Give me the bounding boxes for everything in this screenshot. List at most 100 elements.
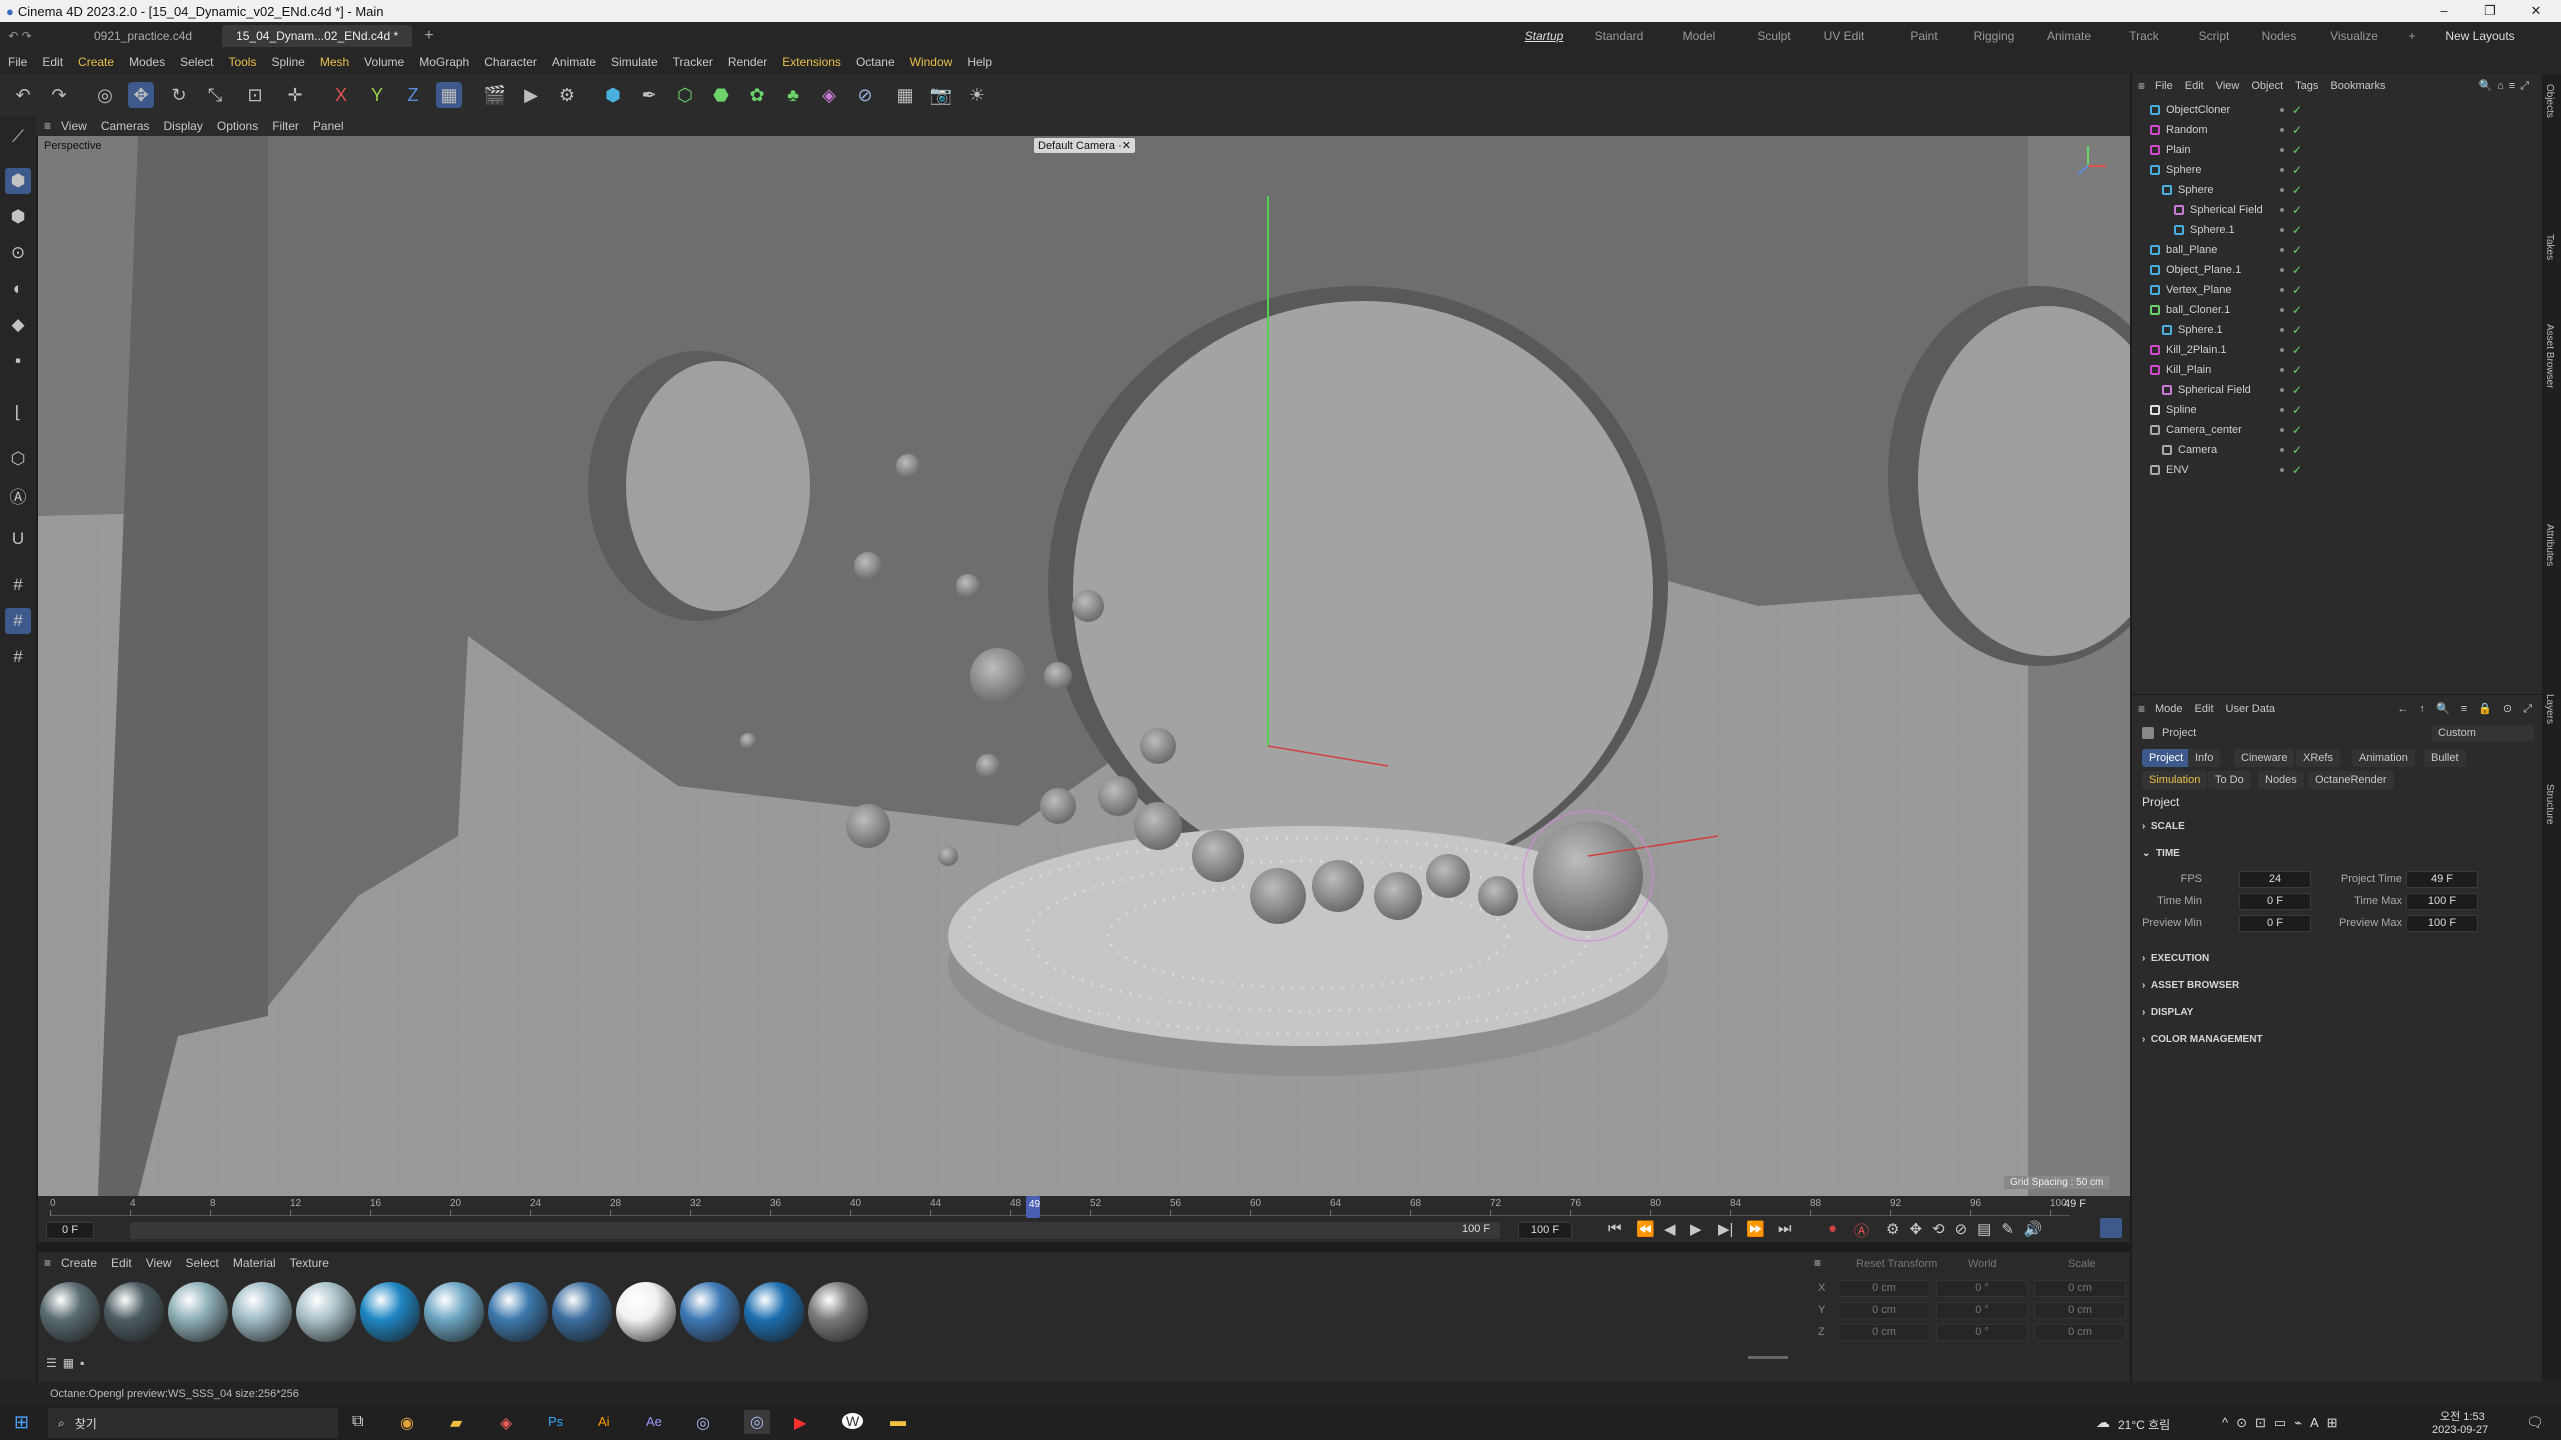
visibility-dots[interactable] bbox=[2280, 328, 2284, 332]
object-name[interactable]: ObjectCloner bbox=[2166, 100, 2230, 120]
guide-icon[interactable]: # bbox=[5, 644, 31, 670]
material-swatch[interactable] bbox=[360, 1282, 420, 1342]
snap-icon[interactable]: # bbox=[5, 572, 31, 598]
deformer-icon[interactable]: ◈ bbox=[816, 82, 842, 108]
app-icon-w[interactable]: W bbox=[842, 1413, 864, 1429]
notes-icon[interactable]: ▬ bbox=[890, 1413, 906, 1431]
menu-edit[interactable]: Edit bbox=[42, 55, 63, 69]
viewport-menu-cameras[interactable]: Cameras bbox=[101, 119, 150, 133]
material-view-icons[interactable]: ☰▦▪ bbox=[46, 1356, 90, 1370]
objects-menu-file[interactable]: File bbox=[2155, 80, 2173, 92]
object-name[interactable]: Spherical Field bbox=[2178, 380, 2251, 400]
viewport-menu-options[interactable]: Options bbox=[217, 119, 258, 133]
objects-menu-object[interactable]: Object bbox=[2251, 80, 2283, 92]
menu-animate[interactable]: Animate bbox=[552, 55, 596, 69]
menu-select[interactable]: Select bbox=[180, 55, 213, 69]
objects-menu-icon[interactable]: ≡ bbox=[2138, 79, 2145, 93]
active-camera-label[interactable]: Default Camera ·✕ bbox=[1034, 138, 1135, 153]
timeline-playhead[interactable]: 49 bbox=[1026, 1196, 1040, 1218]
object-name[interactable]: ball_Cloner.1 bbox=[2166, 300, 2230, 320]
coord-field[interactable]: 0 cm bbox=[2034, 1280, 2126, 1297]
enabled-check-icon[interactable]: ✓ bbox=[2292, 260, 2302, 280]
mograph-icon[interactable]: ♣ bbox=[780, 82, 806, 108]
transform-tool-icon[interactable]: ⊡ bbox=[242, 82, 268, 108]
doc-tab-2[interactable]: 15_04_Dynam...02_ENd.c4d * bbox=[222, 25, 413, 47]
cloner-icon[interactable]: ✿ bbox=[744, 82, 770, 108]
polygon-mode-icon[interactable]: ◆ bbox=[5, 312, 31, 338]
object-name[interactable]: Camera bbox=[2178, 440, 2217, 460]
visibility-dots[interactable] bbox=[2280, 248, 2284, 252]
visibility-dots[interactable] bbox=[2280, 288, 2284, 292]
preview-range-bar[interactable] bbox=[130, 1222, 1500, 1239]
minimize-button[interactable]: – bbox=[2421, 0, 2467, 22]
undo-icon[interactable]: ↶ bbox=[10, 82, 36, 108]
objects-toolbar-icons[interactable]: 🔍⌂≡⤢ bbox=[2478, 79, 2534, 93]
undo-small-icon[interactable]: ↶ ↷ bbox=[0, 29, 40, 43]
object-row[interactable]: Camera ✓ bbox=[2132, 440, 2542, 460]
next-key-icon[interactable]: ⏩ bbox=[1746, 1220, 1765, 1238]
section-color-management[interactable]: › COLOR MANAGEMENT bbox=[2142, 1034, 2263, 1045]
visibility-dots[interactable] bbox=[2280, 468, 2284, 472]
object-name[interactable]: Vertex_Plane bbox=[2166, 280, 2231, 300]
new-layouts-button[interactable]: New Layouts bbox=[2440, 22, 2520, 50]
visibility-dots[interactable] bbox=[2280, 148, 2284, 152]
end-frame-field[interactable]: 100 F bbox=[1518, 1222, 1572, 1239]
sculpt-mode-icon[interactable]: Ⓐ bbox=[5, 482, 31, 508]
section-time[interactable]: ⌄ TIME bbox=[2142, 848, 2180, 859]
subdivision-icon[interactable]: ⬡ bbox=[672, 82, 698, 108]
layout-tab-animate[interactable]: Animate bbox=[2035, 22, 2103, 50]
coord-field[interactable]: 0 ° bbox=[1936, 1302, 2028, 1319]
viewport-3d[interactable]: Perspective Default Camera ·✕ Grid Spaci… bbox=[38, 136, 2130, 1196]
tray-icons[interactable]: ^⊙⊡▭⌁A⊞ bbox=[2222, 1415, 2346, 1431]
material-swatch[interactable] bbox=[616, 1282, 676, 1342]
viewport-menu-view[interactable]: View bbox=[61, 119, 87, 133]
side-tab-attributes[interactable]: Attributes bbox=[2544, 524, 2555, 566]
attributes-menu-edit[interactable]: Edit bbox=[2195, 703, 2214, 715]
rotate-tool-icon[interactable]: ↻ bbox=[166, 82, 192, 108]
object-row[interactable]: Kill_Plain ✓ bbox=[2132, 360, 2542, 380]
attribute-tab-bullet[interactable]: Bullet bbox=[2424, 749, 2466, 767]
object-row[interactable]: Sphere ✓ bbox=[2132, 180, 2542, 200]
material-menu-select[interactable]: Select bbox=[186, 1256, 219, 1270]
object-row[interactable]: Object_Plane.1 ✓ bbox=[2132, 260, 2542, 280]
material-menu-view[interactable]: View bbox=[146, 1256, 172, 1270]
attribute-tab-animation[interactable]: Animation bbox=[2352, 749, 2415, 767]
object-mode-icon[interactable]: ⬢ bbox=[5, 204, 31, 230]
layout-tab-standard[interactable]: Standard bbox=[1585, 22, 1653, 50]
object-name[interactable]: Spherical Field bbox=[2190, 200, 2263, 220]
object-row[interactable]: Camera_center ✓ bbox=[2132, 420, 2542, 440]
enabled-check-icon[interactable]: ✓ bbox=[2292, 340, 2302, 360]
objects-menu-bookmarks[interactable]: Bookmarks bbox=[2330, 80, 2385, 92]
object-name[interactable]: Spline bbox=[2166, 400, 2197, 420]
material-menu-create[interactable]: Create bbox=[61, 1256, 97, 1270]
visibility-dots[interactable] bbox=[2280, 348, 2284, 352]
material-zoom-slider[interactable] bbox=[1748, 1356, 1788, 1359]
workplane-icon[interactable]: # bbox=[5, 608, 31, 634]
time-max-field[interactable]: 100 F bbox=[2406, 893, 2478, 910]
object-name[interactable]: Sphere.1 bbox=[2178, 320, 2223, 340]
scale-tool-icon[interactable]: ⤡ bbox=[202, 82, 228, 108]
object-row[interactable]: ObjectCloner ✓ bbox=[2132, 100, 2542, 120]
visibility-dots[interactable] bbox=[2280, 388, 2284, 392]
attribute-tab-project[interactable]: Project bbox=[2142, 749, 2191, 767]
viewport-menu-display[interactable]: Display bbox=[164, 119, 203, 133]
go-to-end-icon[interactable]: ⏭ bbox=[1778, 1220, 1792, 1237]
timeline[interactable]: 0 4 8 12 16 20 24 28 32 36 40 44 48 52 56 60 64 68 72 76 80 8… bbox=[38, 1196, 2130, 1242]
side-tab-layers[interactable]: Layers bbox=[2544, 694, 2555, 724]
scale-dropdown[interactable]: Scale bbox=[2068, 1258, 2096, 1270]
attributes-menu-mode[interactable]: Mode bbox=[2155, 703, 2183, 715]
coord-field[interactable]: 0 cm bbox=[2034, 1324, 2126, 1341]
y-axis-icon[interactable]: Y bbox=[364, 82, 390, 108]
visibility-dots[interactable] bbox=[2280, 428, 2284, 432]
enabled-check-icon[interactable]: ✓ bbox=[2292, 440, 2302, 460]
visibility-dots[interactable] bbox=[2280, 448, 2284, 452]
object-row[interactable]: Sphere.1 ✓ bbox=[2132, 220, 2542, 240]
attribute-tab-cineware[interactable]: Cineware bbox=[2234, 749, 2295, 767]
object-name[interactable]: Sphere bbox=[2166, 160, 2201, 180]
menu-simulate[interactable]: Simulate bbox=[611, 55, 658, 69]
go-to-start-icon[interactable]: ⏮ bbox=[1608, 1220, 1622, 1237]
viewport-menu-filter[interactable]: Filter bbox=[272, 119, 299, 133]
render-settings-icon[interactable]: ⚙ bbox=[554, 82, 580, 108]
layout-tab-uv-edit[interactable]: UV Edit bbox=[1810, 22, 1878, 50]
extrude-icon[interactable]: ⬣ bbox=[708, 82, 734, 108]
